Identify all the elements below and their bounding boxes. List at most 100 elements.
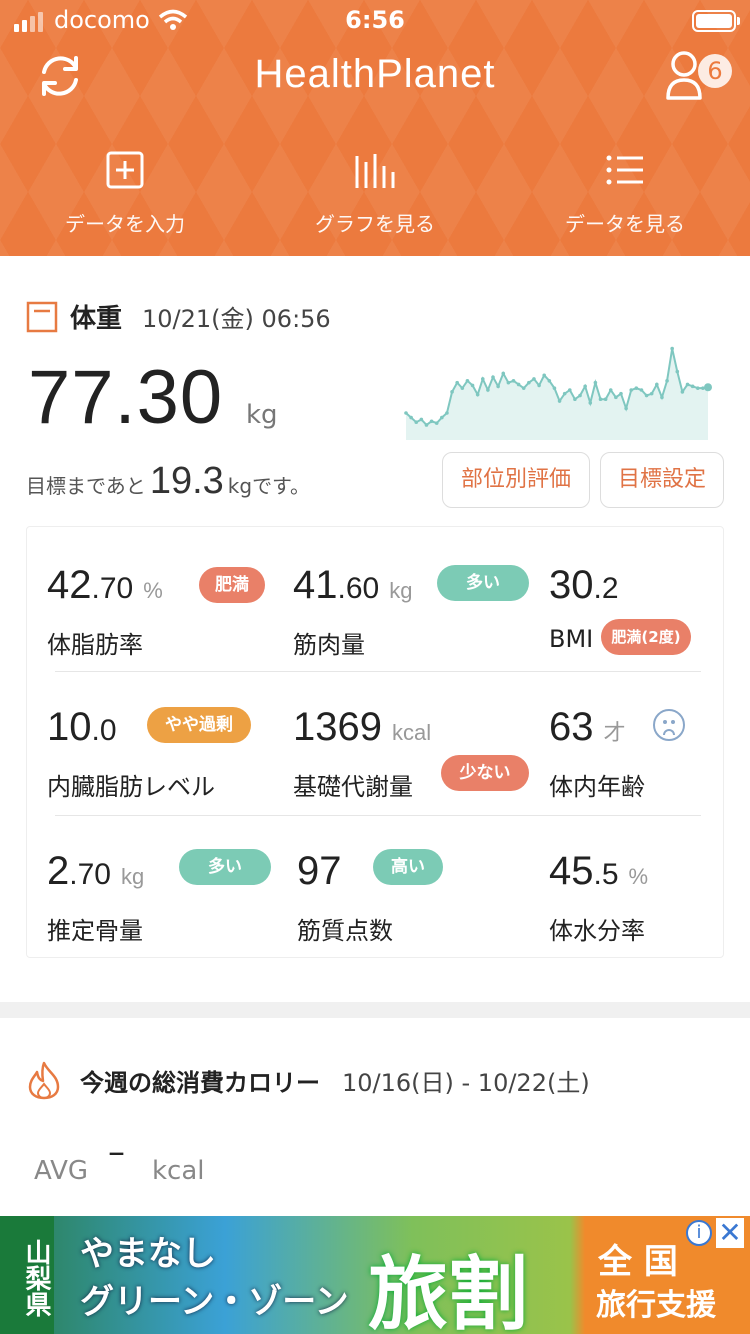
status-badge: 多い	[437, 565, 529, 601]
weight-header: 体重 10/21(金) 06:56	[26, 298, 331, 335]
metric-value: 42.70%	[47, 563, 163, 607]
sparkline-point	[480, 377, 485, 381]
status-badge: 多い	[179, 849, 271, 885]
nav-label: データを見る	[565, 212, 685, 236]
user-switch-button[interactable]: 6	[664, 48, 734, 104]
user-count-badge: 6	[698, 54, 732, 88]
metric-bone-mass[interactable]: 2.70 kg 多い 推定骨量	[47, 849, 287, 979]
metric-value: 10.0	[47, 705, 117, 749]
metric-bmi[interactable]: 30.2 肥満(2度) BMI	[549, 563, 750, 693]
goal-setting-button[interactable]: 目標設定	[600, 452, 724, 508]
metric-label: 体水分率	[549, 917, 645, 945]
sparkline-point	[455, 380, 459, 385]
metric-value: 1369 kcal	[293, 705, 432, 749]
sparkline-point	[670, 346, 674, 351]
status-badge: 肥満	[199, 567, 265, 603]
ad-banner[interactable]: 山梨県 やまなし グリーン・ゾーン 旅割 全 国 旅行支援 i ✕	[0, 1216, 750, 1334]
ad-headline: 旅割	[368, 1248, 528, 1334]
nav-view-data[interactable]: データを見る	[500, 150, 750, 250]
status-badge: 少ない	[441, 755, 529, 791]
goal-suffix: です。	[252, 474, 311, 498]
metric-label: 推定骨量	[47, 917, 143, 945]
sparkline-point	[547, 379, 552, 383]
goal-value: 19.3	[149, 460, 224, 502]
metric-label: 体脂肪率	[47, 631, 143, 659]
sparkline-point	[521, 386, 526, 390]
metric-body-water[interactable]: 45.5% 体水分率	[549, 849, 750, 979]
flame-icon	[28, 1061, 60, 1100]
sparkline-point	[562, 391, 567, 396]
status-badge: やや過剰	[147, 707, 251, 743]
weight-value: 77.30	[28, 355, 224, 440]
sparkline-point	[511, 379, 516, 383]
ad-prefecture: 山梨県	[0, 1216, 54, 1334]
metric-body-age[interactable]: 63 才 体内年齢	[549, 705, 750, 835]
sparkline-point	[704, 383, 712, 392]
sparkline-point	[639, 388, 644, 392]
sparkline-point	[634, 386, 639, 390]
sparkline-point	[573, 397, 577, 401]
sparkline-point	[624, 406, 628, 411]
sparkline-point	[690, 384, 695, 389]
goal-unit: kg	[227, 474, 253, 498]
metric-muscle-quality[interactable]: 97 高い 筋質点数	[297, 849, 537, 979]
app-header: docomo 6:56 HealthPlanet 6 データを入力 グラフを見る…	[0, 0, 750, 256]
sparkline-point	[465, 379, 470, 383]
metric-value: 45.5%	[549, 849, 649, 893]
body-composition-card: 42.70% 肥満 体脂肪率 41.60 kg 多い 筋肉量 30.2 肥満(2度…	[26, 526, 724, 958]
status-badge: 肥満(2度)	[601, 619, 691, 655]
sparkline-point	[542, 373, 547, 378]
sparkline-point	[695, 386, 700, 390]
ad-text-right1: 全 国	[598, 1242, 678, 1282]
sparkline-point	[532, 377, 536, 381]
sparkline-point	[675, 369, 680, 374]
avg-value: –	[108, 1132, 125, 1172]
calorie-range: 10/16(日) - 10/22(土)	[342, 1068, 590, 1097]
sparkline-point	[603, 397, 608, 401]
sparkline-point	[404, 411, 408, 415]
nav-input-data[interactable]: データを入力	[0, 150, 250, 250]
weight-datetime: 10/21(金) 06:56	[142, 305, 331, 333]
sparkline-point	[475, 392, 480, 397]
metric-value: 97	[297, 849, 342, 893]
ad-text-line2: グリーン・ゾーン	[80, 1282, 349, 1322]
sparkline-point	[419, 417, 424, 422]
ad-text-line1: やまなし	[80, 1234, 216, 1274]
metric-muscle-mass[interactable]: 41.60 kg 多い 筋肉量	[293, 563, 533, 693]
avg-label: AVG	[34, 1156, 89, 1186]
status-badge: 高い	[373, 849, 443, 885]
ad-close-icon[interactable]: ✕	[716, 1218, 744, 1248]
sparkline-point	[649, 391, 654, 396]
scale-icon	[26, 301, 58, 332]
nav-view-graph[interactable]: グラフを見る	[250, 150, 500, 250]
weight-trend-sparkline[interactable]	[404, 340, 714, 440]
sparkline-point	[440, 415, 444, 420]
sparkline-point	[434, 421, 439, 425]
app-title: HealthPlanet	[254, 52, 496, 96]
sparkline-point	[680, 390, 685, 394]
metric-basal-metabolism[interactable]: 1369 kcal 少ない 基礎代謝量	[293, 705, 533, 835]
status-bar: docomo 6:56	[0, 0, 750, 42]
metric-visceral-fat[interactable]: 10.0 やや過剰 内臓脂肪レベル	[47, 705, 287, 835]
battery-icon	[692, 10, 740, 32]
goal-text: 目標まであと 19.3 kg です。	[26, 460, 310, 503]
metric-body-fat[interactable]: 42.70% 肥満 体脂肪率	[47, 563, 287, 693]
section-divider	[0, 1002, 750, 1018]
list-icon	[606, 155, 643, 185]
sparkline-point	[567, 388, 572, 392]
sad-face-icon	[653, 709, 685, 741]
body-part-eval-button[interactable]: 部位別評価	[442, 452, 590, 508]
weight-label: 体重	[70, 304, 123, 334]
sparkline-point	[414, 420, 419, 424]
sparkline-point	[424, 423, 429, 427]
sparkline-point	[409, 415, 413, 420]
sparkline-point	[685, 382, 690, 387]
metric-label: 筋質点数	[297, 917, 393, 945]
ad-info-icon[interactable]: i	[686, 1220, 712, 1246]
metric-label: 内臓脂肪レベル	[47, 773, 215, 801]
sparkline-point	[516, 382, 521, 387]
calorie-header: 今週の総消費カロリー 10/16(日) - 10/22(土)	[26, 1060, 590, 1100]
metric-label: 基礎代謝量	[293, 773, 413, 801]
nav-label: グラフを見る	[315, 212, 435, 236]
sparkline-point	[660, 395, 664, 400]
